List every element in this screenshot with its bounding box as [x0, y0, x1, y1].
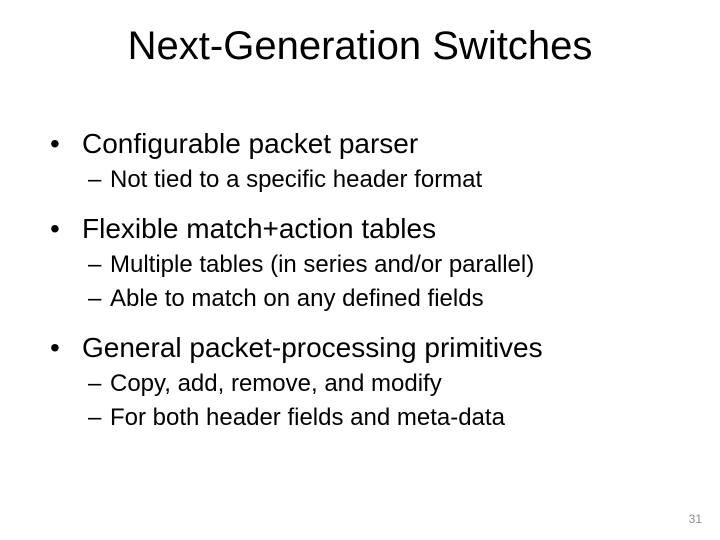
bullet-level2: – For both header fields and meta-data	[46, 403, 674, 433]
bullet-level2: – Not tied to a specific header format	[46, 165, 674, 195]
dash-icon: –	[88, 284, 110, 314]
bullet-level2: – Copy, add, remove, and modify	[46, 369, 674, 399]
dash-icon: –	[88, 403, 110, 433]
bullet-level2: – Able to match on any defined fields	[46, 284, 674, 314]
slide-body: • Configurable packet parser – Not tied …	[46, 118, 674, 433]
sub-bullet-text: Not tied to a specific header format	[110, 165, 674, 195]
bullet-text: Flexible match+action tables	[82, 211, 674, 246]
bullet-level1: • Flexible match+action tables	[46, 211, 674, 246]
dash-icon: –	[88, 250, 110, 280]
bullet-level1: • Configurable packet parser	[46, 126, 674, 161]
slide: Next-Generation Switches • Configurable …	[0, 0, 720, 540]
dash-icon: –	[88, 165, 110, 195]
bullet-icon: •	[46, 211, 82, 246]
page-number: 31	[689, 512, 702, 526]
sub-bullet-text: Multiple tables (in series and/or parall…	[110, 250, 674, 280]
slide-title: Next-Generation Switches	[0, 24, 720, 69]
bullet-level2: – Multiple tables (in series and/or para…	[46, 250, 674, 280]
bullet-group: • General packet-processing primitives –…	[46, 330, 674, 433]
bullet-icon: •	[46, 330, 82, 365]
bullet-text: General packet-processing primitives	[82, 330, 674, 365]
bullet-group: • Flexible match+action tables – Multipl…	[46, 211, 674, 314]
sub-bullet-text: Able to match on any defined fields	[110, 284, 674, 314]
bullet-text: Configurable packet parser	[82, 126, 674, 161]
sub-bullet-text: Copy, add, remove, and modify	[110, 369, 674, 399]
bullet-level1: • General packet-processing primitives	[46, 330, 674, 365]
bullet-group: • Configurable packet parser – Not tied …	[46, 126, 674, 195]
sub-bullet-text: For both header fields and meta-data	[110, 403, 674, 433]
dash-icon: –	[88, 369, 110, 399]
bullet-icon: •	[46, 126, 82, 161]
